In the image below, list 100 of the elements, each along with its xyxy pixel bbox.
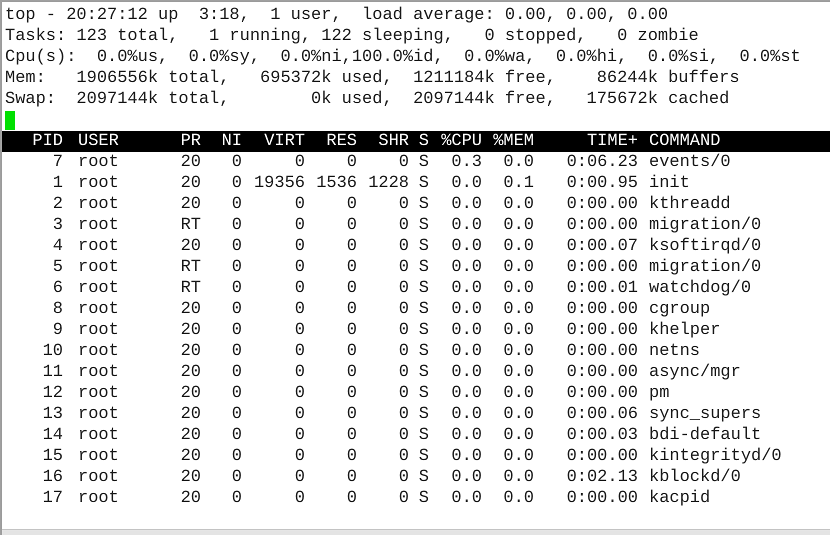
- table-cell-text: 0: [294, 320, 305, 341]
- table-cell-text: 0:00.00: [566, 383, 638, 404]
- table-cell-text: 0.0: [502, 446, 534, 467]
- table-cell-text: 7: [52, 152, 63, 173]
- table-cell-text: 0.0: [450, 341, 482, 362]
- table-cell-text: 0: [230, 152, 242, 173]
- table-cell-text: root: [78, 404, 120, 425]
- table-cell-text: 0: [398, 320, 409, 341]
- table-cell-text: 0:00.03: [566, 425, 638, 446]
- table-cell-text: 0: [294, 467, 305, 488]
- table-cell-text: 0: [346, 278, 357, 299]
- table-cell-text: 0:00.95: [566, 173, 638, 194]
- table-cell-text: 0: [398, 425, 409, 446]
- table-cell: khelper: [649, 320, 720, 341]
- table-cell-text: 0: [398, 257, 409, 278]
- table-cell-text: 0: [230, 173, 242, 194]
- column-header: %MEM: [492, 131, 534, 152]
- table-cell-text: 0:00.00: [566, 194, 638, 215]
- summary-line: Swap: 2097144k total, 0k used, 2097144k free, 175672k cached: [5, 89, 730, 110]
- table-cell-text: 0: [398, 341, 409, 362]
- table-cell-text: 20: [180, 299, 201, 320]
- table-cell-text: S: [418, 362, 429, 383]
- table-cell-text: 0: [230, 446, 242, 467]
- table-cell-text: root: [78, 446, 120, 467]
- table-cell-text: root: [78, 425, 120, 446]
- table-cell-text: 0: [294, 278, 305, 299]
- table-cell-text: 0: [398, 299, 409, 320]
- table-cell-text: 10: [42, 341, 63, 362]
- table-cell: kacpid: [649, 488, 710, 509]
- table-cell-text: 0.1: [502, 173, 534, 194]
- table-cell-text: 0: [346, 257, 357, 278]
- table-cell-text: S: [418, 173, 429, 194]
- table-cell-text: 0: [346, 215, 357, 236]
- table-cell-text: S: [418, 257, 429, 278]
- table-cell-text: 17: [42, 488, 63, 509]
- table-cell-text: 0.0: [502, 257, 534, 278]
- table-cell-text: 20: [180, 341, 201, 362]
- table-cell-text: 0: [230, 404, 242, 425]
- table-cell: kintegrityd/0: [649, 446, 782, 467]
- table-cell: kthreadd: [649, 194, 731, 215]
- table-cell-text: 0.0: [450, 278, 482, 299]
- table-cell-text: 11: [42, 362, 63, 383]
- table-cell-text: 0.0: [502, 341, 534, 362]
- summary-line: top - 20:27:12 up 3:18, 1 user, load average: 0.00, 0.00, 0.00: [5, 5, 670, 26]
- table-cell-text: 0:00.00: [566, 488, 638, 509]
- table-cell-text: 0: [398, 152, 409, 173]
- table-cell-text: 0: [398, 404, 409, 425]
- table-cell-text: S: [418, 215, 429, 236]
- table-cell: kblockd/0: [649, 467, 741, 488]
- table-cell-text: 0: [294, 299, 305, 320]
- table-cell-text: 0.0: [502, 278, 534, 299]
- table-cell: events/0: [649, 152, 731, 173]
- table-cell-text: 0.0: [502, 215, 534, 236]
- table-cell-text: 0:00.01: [566, 278, 638, 299]
- table-cell-text: 0.0: [450, 257, 482, 278]
- table-cell-text: 8: [52, 299, 63, 320]
- table-cell-text: 5: [52, 257, 63, 278]
- table-cell: async/mgr: [649, 362, 741, 383]
- table-cell-text: 0: [398, 488, 409, 509]
- table-cell-text: 1: [52, 173, 63, 194]
- table-cell-text: S: [418, 278, 429, 299]
- table-cell-text: 0: [230, 278, 242, 299]
- table-cell-text: 0: [346, 383, 357, 404]
- table-cell: migration/0: [649, 257, 762, 278]
- table-cell-text: 9: [52, 320, 63, 341]
- table-cell-text: 20: [180, 467, 201, 488]
- table-cell-text: 0: [346, 362, 357, 383]
- table-cell-text: root: [78, 341, 120, 362]
- column-header: NI: [220, 131, 242, 152]
- table-cell-text: root: [78, 236, 120, 257]
- table-cell-text: 0.0: [502, 362, 534, 383]
- table-cell-text: 20: [180, 362, 201, 383]
- table-cell-text: 0.0: [502, 320, 534, 341]
- table-cell-text: 0.0: [450, 320, 482, 341]
- table-cell-text: 0: [294, 362, 305, 383]
- table-cell-text: 2: [52, 194, 63, 215]
- table-cell-text: root: [78, 215, 120, 236]
- table-cell-text: 0: [346, 236, 357, 257]
- table-cell-text: 1536: [315, 173, 357, 194]
- table-cell-text: 0: [398, 446, 409, 467]
- column-header: COMMAND: [649, 131, 720, 152]
- summary-line: Cpu(s): 0.0%us, 0.0%sy, 0.0%ni,100.0%id, 0.0%wa, 0.0%hi, 0.0%si, 0.0%st: [5, 47, 802, 68]
- table-cell-text: 0.0: [502, 152, 534, 173]
- table-cell-text: root: [78, 152, 120, 173]
- table-cell-text: 0: [294, 257, 305, 278]
- table-cell-text: root: [78, 257, 120, 278]
- table-cell-text: 0:06.23: [566, 152, 638, 173]
- table-cell-text: 0: [346, 446, 357, 467]
- table-cell-text: 0: [230, 341, 242, 362]
- table-cell-text: 20: [180, 404, 201, 425]
- table-cell-text: 0: [346, 467, 357, 488]
- table-cell-text: 6: [52, 278, 63, 299]
- table-cell-text: 0: [346, 320, 357, 341]
- table-cell-text: 0.0: [502, 467, 534, 488]
- table-cell-text: 0.0: [450, 362, 482, 383]
- table-cell: bdi-default: [649, 425, 762, 446]
- table-cell-text: 3: [52, 215, 63, 236]
- cursor: [5, 111, 15, 130]
- table-cell-text: 0: [294, 488, 305, 509]
- table-cell-text: 0: [294, 404, 305, 425]
